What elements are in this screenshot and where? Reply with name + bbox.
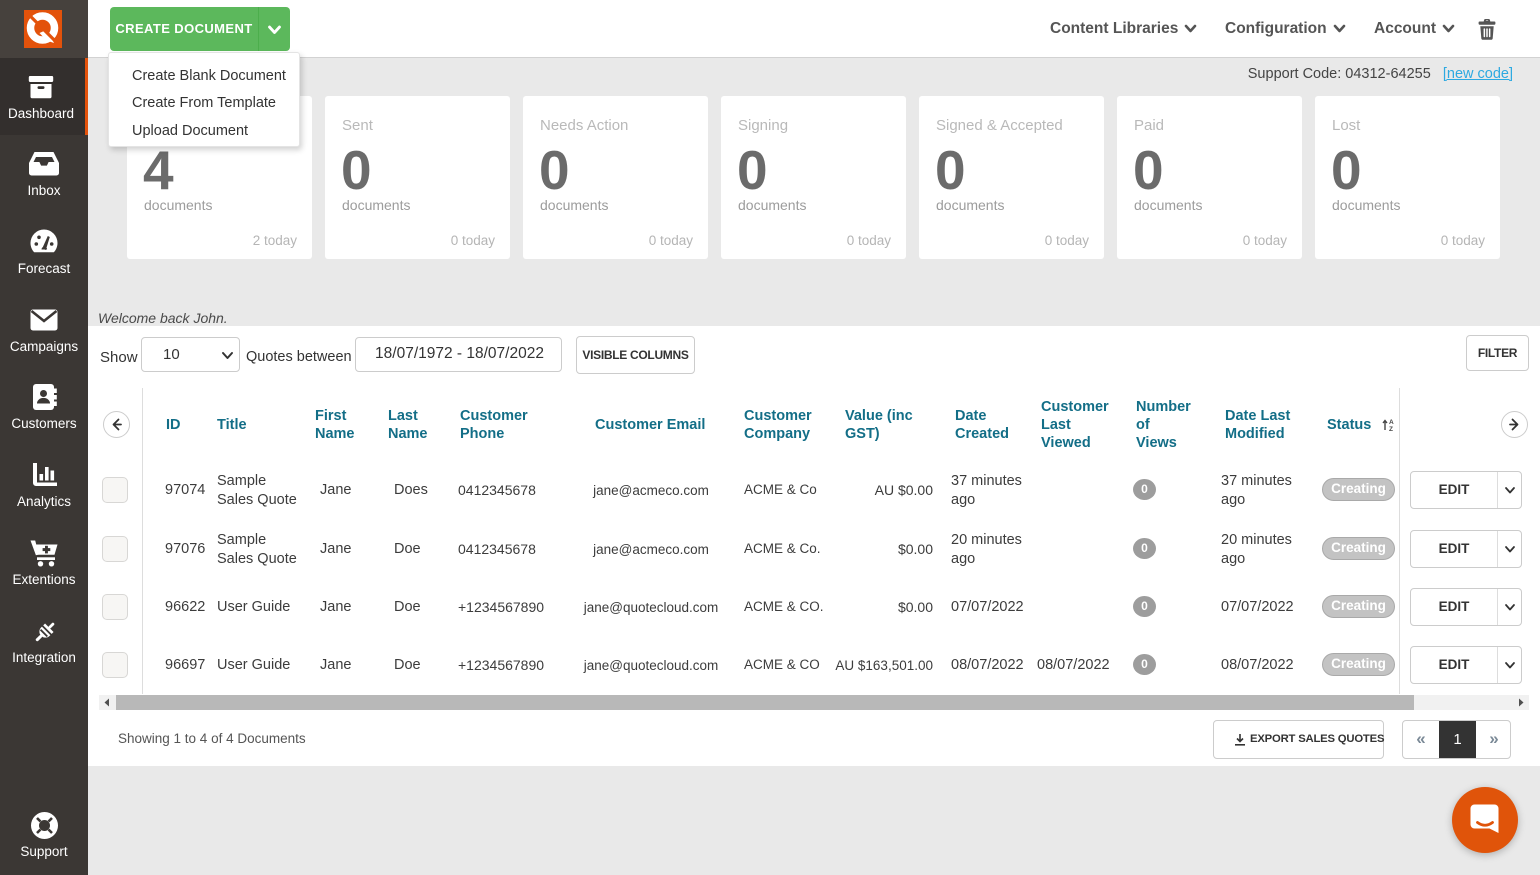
svg-text:A: A: [1389, 419, 1394, 426]
svg-text:Z: Z: [1389, 426, 1393, 433]
